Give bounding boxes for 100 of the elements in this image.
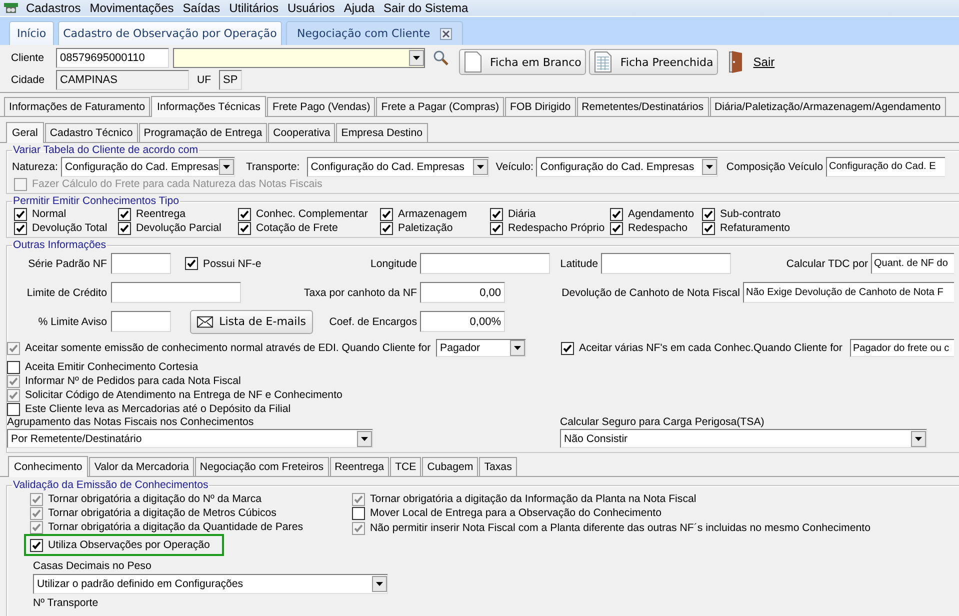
search-icon[interactable] bbox=[433, 50, 449, 66]
menu-item[interactable]: Ajuda bbox=[342, 1, 382, 15]
checkbox-label: Utiliza Observações por Operação bbox=[48, 539, 210, 551]
field-label: Coef. de Encargos bbox=[328, 316, 417, 328]
dropdown[interactable]: Configuração do Cad. Empresas bbox=[536, 156, 718, 176]
checkbox-label: Solicitar Código de Atendimento na Entrega de NF e Conhecimento bbox=[25, 389, 342, 401]
field-label: Limite de Crédito bbox=[26, 286, 107, 298]
field-label: Devolução de Canhoto de Nota Fiscal bbox=[560, 286, 740, 298]
field-label: Taxa por canhoto da NF bbox=[302, 286, 417, 298]
exit-link[interactable]: Sair bbox=[753, 55, 775, 69]
checkbox-label: Informar Nº de Pedidos para cada Nota Fiscal bbox=[25, 375, 241, 387]
menu-item[interactable]: Movimentações bbox=[88, 1, 181, 15]
group-title: Validação da Emissão de Conhecimentos bbox=[12, 480, 210, 491]
tab[interactable]: Programação de Entrega bbox=[138, 123, 268, 142]
dropdown[interactable]: Por Remetente/Destinatário bbox=[7, 429, 373, 448]
door-icon[interactable] bbox=[729, 51, 744, 73]
menu-item[interactable]: Utilitários bbox=[227, 1, 286, 15]
checkbox-label: Tornar obrigatória a digitação do Nº da Marca bbox=[48, 493, 262, 505]
blank-page-icon bbox=[464, 51, 482, 73]
form-button[interactable]: Ficha em Branco bbox=[459, 49, 586, 75]
group-title: Permitir Emitir Conhecimentos Tipo bbox=[12, 196, 180, 207]
checkbox-label: Devolução Parcial bbox=[136, 222, 222, 234]
app-icon[interactable] bbox=[4, 2, 18, 14]
document-tab[interactable]: Negociação com Cliente bbox=[286, 21, 464, 45]
field-label: Casas Decimais no Peso bbox=[33, 560, 152, 572]
checkbox-label: Reentrega bbox=[136, 208, 186, 220]
dropdown[interactable]: Não Consistir bbox=[560, 429, 927, 448]
field-label: Nº Transporte bbox=[33, 597, 100, 609]
menu-item[interactable]: Cadastros bbox=[24, 1, 88, 15]
input-field[interactable] bbox=[111, 311, 171, 332]
menu-item[interactable]: Usuários bbox=[285, 1, 342, 15]
checkbox[interactable] bbox=[7, 360, 20, 374]
caret-icon bbox=[222, 164, 230, 168]
checkbox-label: Possui NF-e bbox=[203, 258, 262, 270]
checkbox[interactable] bbox=[352, 506, 365, 520]
tab[interactable]: Cubagem bbox=[422, 457, 478, 476]
document-tab[interactable]: Início bbox=[9, 21, 54, 45]
dropdown[interactable]: Configuração do Cad. E bbox=[826, 156, 945, 176]
dropdown[interactable]: Configuração do Cad. Empresas bbox=[60, 156, 235, 176]
state-field[interactable]: SP bbox=[219, 70, 242, 90]
dropdown[interactable]: Pagador do frete ou c bbox=[850, 339, 954, 357]
client-name-dropdown[interactable] bbox=[173, 48, 425, 68]
dropdown[interactable]: Pagador bbox=[436, 339, 526, 357]
close-icon[interactable] bbox=[440, 28, 452, 40]
field-label: Natureza: bbox=[12, 160, 58, 172]
city-field[interactable]: CAMPINAS bbox=[56, 70, 189, 90]
dropdown[interactable]: Utilizar o padrão definido em Configurações bbox=[33, 574, 388, 594]
input-field[interactable] bbox=[601, 253, 731, 274]
tab[interactable]: Cadastro Técnico bbox=[44, 123, 138, 142]
tab[interactable]: Reentrega bbox=[330, 457, 390, 476]
form-button[interactable]: Ficha Preenchida bbox=[589, 49, 718, 75]
tab[interactable]: Geral bbox=[6, 122, 44, 143]
dropdown[interactable]: Quant. de NF do bbox=[871, 253, 954, 274]
tab[interactable]: Valor da Mercadoria bbox=[89, 457, 194, 476]
caret-icon bbox=[706, 164, 714, 168]
checkbox-label: Paletização bbox=[398, 222, 453, 234]
caret-icon bbox=[915, 436, 922, 440]
tab[interactable]: Negociação com Freteiros bbox=[194, 457, 329, 476]
tab[interactable]: FOB Dirigido bbox=[504, 97, 576, 116]
checkbox-label: Aceita Emitir Conhecimento Cortesia bbox=[25, 361, 198, 373]
dropdown[interactable]: Não Exige Devolução de Canhoto de Nota F bbox=[743, 282, 954, 303]
field-label: Calcular TDC por bbox=[785, 258, 868, 270]
input-field[interactable] bbox=[420, 253, 550, 274]
field-label: UF bbox=[197, 74, 212, 86]
tab[interactable]: Empresa Destino bbox=[336, 123, 428, 142]
menu-item[interactable]: Saídas bbox=[180, 1, 228, 15]
group-title: Outras Informações bbox=[12, 240, 108, 251]
spreadsheet-icon bbox=[594, 51, 612, 73]
document-tab[interactable]: Cadastro de Observação por Operação bbox=[58, 21, 282, 45]
tab[interactable]: Remetentes/Destinatários bbox=[576, 97, 709, 116]
checkbox-label: Refaturamento bbox=[720, 222, 790, 234]
checkbox-label: Tornar obrigatória a digitação da Quantidade de Pares bbox=[48, 521, 304, 533]
checkbox-label: Redespacho bbox=[628, 222, 688, 234]
dropdown[interactable]: Configuração do Cad. Empresas bbox=[306, 156, 489, 176]
tab[interactable]: Diária/Paletização/Armazenagem/Agendamento bbox=[710, 97, 946, 116]
tab[interactable]: Informações Técnicas bbox=[151, 96, 266, 117]
client-code-field[interactable]: 08579695000110 bbox=[56, 48, 169, 68]
tab[interactable]: Cooperativa bbox=[268, 123, 336, 142]
input-field[interactable] bbox=[111, 282, 241, 303]
field-label: Veículo: bbox=[496, 160, 534, 172]
tab[interactable]: Informações de Faturamento bbox=[4, 97, 150, 116]
tab[interactable]: Frete Pago (Vendas) bbox=[267, 97, 376, 116]
field-label: Série Padrão NF bbox=[27, 258, 107, 270]
field-label: Composição Veículo bbox=[726, 160, 823, 172]
input-field[interactable]: 0,00 bbox=[420, 282, 505, 303]
field-label: Cliente bbox=[11, 52, 45, 64]
tab[interactable]: Taxas bbox=[479, 457, 517, 476]
email-list-button[interactable]: Lista de E-mails bbox=[190, 310, 313, 334]
input-field[interactable] bbox=[111, 253, 171, 274]
checkbox[interactable] bbox=[7, 402, 20, 416]
checkbox-label: Redespacho Próprio bbox=[508, 222, 605, 234]
checkbox-label: Este Cliente leva as Mercadorias até o Depósito da Filial bbox=[25, 403, 291, 415]
envelope-icon bbox=[197, 316, 214, 328]
checkbox-label: Diária bbox=[508, 208, 536, 220]
menu-item[interactable]: Sair do Sistema bbox=[382, 1, 476, 15]
tab[interactable]: TCE bbox=[390, 457, 422, 476]
checkbox-label: Aceitar várias NF's em cada Conhec.Quando Cliente for bbox=[579, 342, 842, 354]
tab[interactable]: Frete a Pagar (Compras) bbox=[376, 97, 504, 116]
tab[interactable]: Conhecimento bbox=[8, 456, 88, 477]
input-field[interactable]: 0,00% bbox=[420, 311, 505, 332]
